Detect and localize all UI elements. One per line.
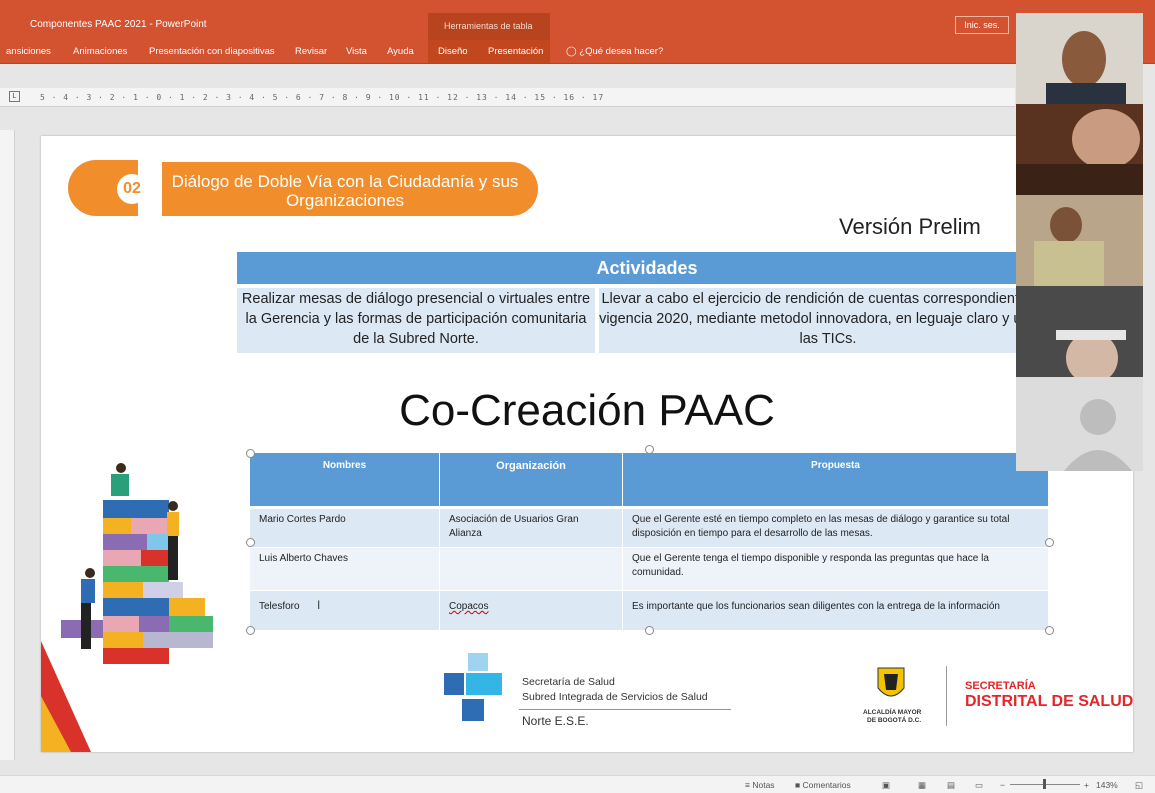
table-cell[interactable]: Es importante que los funcionarios sean … [623, 591, 1049, 630]
resize-handle[interactable] [246, 449, 255, 458]
main-title: Co-Creación PAAC [399, 386, 775, 435]
tab-diseno[interactable]: Diseño [438, 46, 468, 57]
table-cell[interactable]: Copacos [440, 591, 623, 630]
subred-line-1: Secretaría de Salud [522, 676, 615, 688]
title-bar: Componentes PAAC 2021 - PowerPoint Herra… [0, 0, 1155, 40]
comments-button[interactable]: ■ Comentarios [795, 780, 851, 790]
tab-transiciones[interactable]: ansiciones [6, 46, 51, 57]
ruler-marks: 5 · 4 · 3 · 2 · 1 · 0 · 1 · 2 · 3 · 4 · … [40, 93, 605, 101]
section-number: 02 [117, 174, 147, 204]
tab-stop-icon[interactable]: L [9, 91, 20, 102]
participant-video [1034, 207, 1104, 286]
section-title: Diálogo de Doble Vía con la Ciudadanía y… [171, 172, 519, 210]
table-cell[interactable]: Que el Gerente tenga el tiempo disponibl… [623, 548, 1049, 590]
subred-line-3: Norte E.S.E. [522, 714, 589, 728]
sds-line-2: DISTRITAL DE SALUD [965, 693, 1133, 710]
participant-video [1046, 31, 1126, 104]
logo-divider [946, 666, 947, 726]
video-tile[interactable] [1016, 104, 1143, 195]
status-bar: ≡ Notas ■ Comentarios ▣ ▦ ▤ ▭ − + 143% ◱ [0, 775, 1155, 793]
resize-handle[interactable] [645, 626, 654, 635]
comments-label: Comentarios [802, 780, 851, 790]
tell-me-search[interactable]: ◯ ¿Qué desea hacer? [566, 46, 663, 57]
tab-ayuda[interactable]: Ayuda [387, 46, 414, 57]
table-cell[interactable] [440, 548, 623, 590]
comments-icon: ■ [795, 780, 801, 790]
ribbon-tabs: ansiciones Animaciones Presentación con … [0, 40, 1155, 64]
table-header: Propuesta [623, 453, 1049, 506]
table-header: Organización [440, 453, 623, 506]
video-tile[interactable] [1016, 195, 1143, 286]
table-header: Nombres [250, 453, 440, 506]
zoom-level[interactable]: 143% [1096, 780, 1118, 790]
fit-slide-icon[interactable]: ◱ [1135, 780, 1143, 791]
version-label: Versión Prelim [839, 214, 981, 239]
subred-logo-icon [444, 653, 502, 721]
tab-revisar[interactable]: Revisar [295, 46, 327, 57]
zoom-slider-thumb[interactable] [1043, 779, 1046, 789]
normal-view-icon[interactable]: ▣ [882, 780, 890, 791]
resize-handle[interactable] [246, 538, 255, 547]
tab-animaciones[interactable]: Animaciones [73, 46, 127, 57]
resize-handle[interactable] [1045, 538, 1054, 547]
participant-video [1056, 330, 1126, 384]
alcaldia-line-2: DE BOGOTÁ D.C. [867, 717, 922, 724]
subred-divider [519, 709, 731, 710]
notes-button[interactable]: ≡ Notas [745, 780, 775, 790]
resize-handle[interactable] [1045, 626, 1054, 635]
video-tile[interactable] [1016, 13, 1143, 104]
tab-presentacion[interactable]: Presentación [488, 46, 543, 57]
sds-line-1: SECRETARÍA [965, 680, 1036, 692]
zoom-in-button[interactable]: + [1084, 780, 1089, 790]
lightbulb-icon: ◯ [566, 46, 577, 57]
table-cell[interactable]: Asociación de Usuarios Gran Alianza [440, 509, 623, 547]
subred-line-2: Subred Integrada de Servicios de Salud [522, 691, 708, 703]
slide-canvas[interactable]: 02 Diálogo de Doble Vía con la Ciudadaní… [41, 136, 1133, 752]
reading-view-icon[interactable]: ▤ [947, 780, 955, 791]
horizontal-ruler[interactable]: L 5 · 4 · 3 · 2 · 1 · 0 · 1 · 2 · 3 · 4 … [0, 88, 1015, 107]
section-title-banner: Diálogo de Doble Vía con la Ciudadanía y… [162, 162, 538, 216]
table-cell[interactable]: Que el Gerente esté en tiempo completo e… [623, 509, 1049, 547]
vertical-ruler[interactable] [0, 130, 15, 760]
activities-header: Actividades [237, 252, 1057, 284]
tell-me-label: ¿Qué desea hacer? [579, 46, 664, 57]
resize-handle[interactable] [645, 445, 654, 454]
signin-button[interactable]: Inic. ses. [955, 16, 1009, 34]
resize-handle[interactable] [246, 626, 255, 635]
zoom-out-button[interactable]: − [1000, 780, 1005, 790]
text-cursor-icon: I [317, 598, 321, 612]
video-tile[interactable] [1016, 377, 1143, 471]
participant-video [1016, 109, 1143, 195]
notes-label: Notas [752, 780, 775, 790]
avatar-placeholder-icon [1064, 399, 1132, 471]
proposals-table[interactable]: Nombres Organización Propuesta Mario Cor… [246, 445, 1054, 635]
blocks-illustration [41, 463, 213, 752]
context-group-label: Herramientas de tabla [444, 21, 533, 31]
activity-cell: Realizar mesas de diálogo presencial o v… [237, 288, 595, 353]
bogota-crest-icon [877, 667, 905, 697]
slideshow-icon[interactable]: ▭ [975, 780, 983, 791]
tab-presentacion-diapositivas[interactable]: Presentación con diapositivas [149, 46, 275, 57]
window-title: Componentes PAAC 2021 - PowerPoint [30, 19, 207, 30]
activity-cell: Llevar a cabo el ejercicio de rendición … [599, 288, 1057, 353]
context-tab-group: Herramientas de tabla [428, 13, 550, 40]
tab-vista[interactable]: Vista [346, 46, 367, 57]
table-cell[interactable]: Telesforo [250, 591, 440, 630]
table-cell[interactable]: Luis Alberto Chaves [250, 548, 440, 590]
video-tile[interactable] [1016, 286, 1143, 384]
table-cell[interactable]: Mario Cortes Pardo [250, 509, 440, 547]
video-call-panel [1016, 13, 1143, 471]
notes-icon: ≡ [745, 780, 750, 790]
alcaldia-line-1: ALCALDÍA MAYOR [863, 709, 922, 716]
slide-sorter-icon[interactable]: ▦ [918, 780, 926, 791]
